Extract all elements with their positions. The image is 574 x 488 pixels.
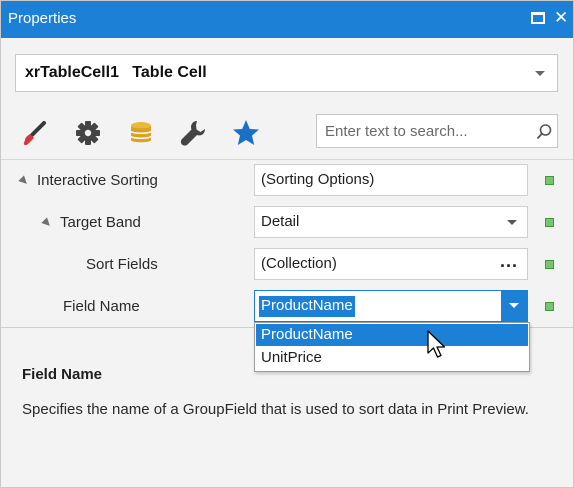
- description-text: Specifies the name of a GroupField that …: [22, 401, 529, 418]
- brush-icon[interactable]: [19, 117, 51, 149]
- search-icon[interactable]: [535, 123, 553, 141]
- property-label: Target Band: [60, 214, 141, 231]
- dropdown-button[interactable]: [501, 291, 527, 321]
- chevron-down-icon[interactable]: [535, 71, 545, 76]
- property-value: (Collection): [261, 255, 337, 272]
- dropdown-option[interactable]: ProductName: [256, 324, 528, 346]
- property-value-field[interactable]: (Sorting Options): [254, 164, 528, 196]
- search-box: [316, 114, 558, 148]
- maximize-icon[interactable]: [531, 12, 545, 24]
- properties-window: Properties ✕ xrTableCell1 Table Cell Ent…: [0, 0, 574, 488]
- property-grid: Interactive Sorting (Sorting Options) Ta…: [1, 159, 573, 328]
- property-row-interactive-sorting[interactable]: Interactive Sorting (Sorting Options): [1, 160, 573, 202]
- collapse-arrow-icon[interactable]: [18, 175, 30, 187]
- property-value-selected[interactable]: ProductName: [259, 296, 355, 317]
- object-selector[interactable]: xrTableCell1 Table Cell: [15, 54, 558, 92]
- property-row-target-band[interactable]: Target Band Detail: [1, 202, 573, 244]
- collapse-arrow-icon[interactable]: [41, 217, 53, 229]
- wrench-icon[interactable]: [177, 117, 209, 149]
- property-marker-icon: [545, 302, 554, 311]
- property-value-dropdown[interactable]: Detail: [254, 206, 528, 238]
- close-icon[interactable]: ✕: [554, 8, 570, 28]
- property-marker-icon: [545, 176, 554, 185]
- mouse-cursor-icon: [427, 330, 446, 358]
- ellipsis-button[interactable]: ...: [500, 251, 518, 272]
- star-icon[interactable]: [230, 117, 262, 149]
- property-value-collection[interactable]: (Collection) ...: [254, 248, 528, 280]
- property-value-dropdown-open[interactable]: ProductName: [254, 290, 528, 322]
- property-marker-icon: [545, 260, 554, 269]
- dropdown-option[interactable]: UnitPrice: [256, 347, 528, 369]
- property-label: Sort Fields: [86, 256, 158, 273]
- property-label: Field Name: [63, 298, 140, 315]
- property-label: Interactive Sorting: [37, 172, 158, 189]
- search-input[interactable]: [325, 121, 520, 141]
- window-title: Properties: [8, 10, 77, 27]
- property-value: (Sorting Options): [261, 171, 375, 188]
- gear-icon[interactable]: [72, 117, 104, 149]
- field-name-dropdown-list: ProductName UnitPrice: [254, 322, 530, 372]
- property-value: Detail: [261, 213, 300, 230]
- chevron-down-icon[interactable]: [507, 220, 517, 225]
- database-icon[interactable]: [125, 117, 157, 149]
- description-title: Field Name: [22, 366, 103, 383]
- property-marker-icon: [545, 218, 554, 227]
- property-row-sort-fields[interactable]: Sort Fields (Collection) ...: [1, 244, 573, 286]
- object-selector-value: xrTableCell1 Table Cell: [25, 64, 207, 81]
- title-bar: Properties ✕: [1, 1, 573, 38]
